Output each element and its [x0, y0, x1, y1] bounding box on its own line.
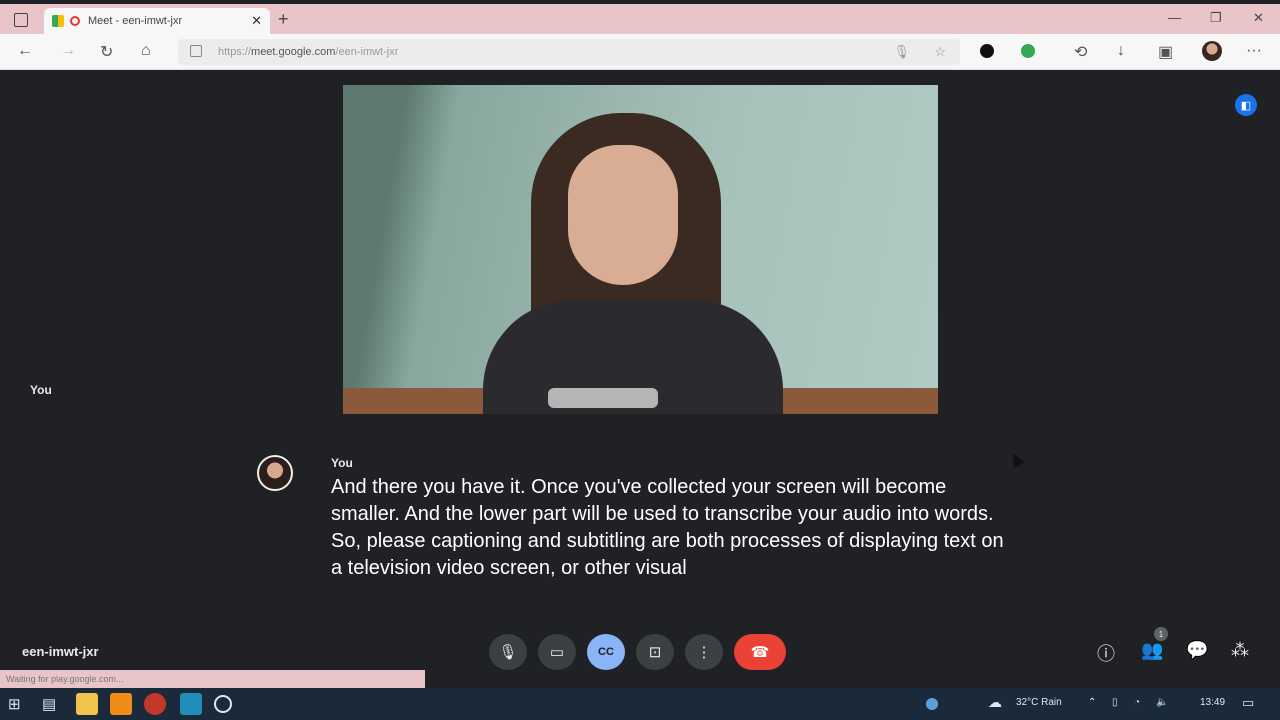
show-hidden-icons-icon[interactable]: ⌃: [1088, 697, 1096, 708]
weather-icon[interactable]: ☁: [988, 694, 1002, 711]
more-menu-icon[interactable]: ···: [1246, 42, 1262, 60]
forward-icon[interactable]: →: [60, 42, 76, 60]
window-menu-icon[interactable]: [14, 13, 28, 27]
browser-toolbar: ← → ↻ ⌂ https://meet.google.com/een-imwt…: [0, 34, 1280, 70]
back-icon[interactable]: ←: [17, 42, 33, 60]
tab-title: Meet - een-imwt-jxr: [88, 15, 183, 27]
restore-button[interactable]: ❐: [1210, 10, 1222, 26]
battery-icon[interactable]: ▯: [1112, 697, 1118, 708]
task-view-icon[interactable]: ▤: [42, 695, 56, 713]
file-explorer-icon[interactable]: [76, 693, 98, 715]
address-url: https://meet.google.com/een-imwt-jxr: [218, 46, 399, 58]
cortana-icon[interactable]: [214, 695, 232, 713]
network-icon[interactable]: ◔: [1134, 697, 1140, 708]
caption-text: And there you have it. Once you've colle…: [331, 476, 1004, 579]
address-bar[interactable]: https://meet.google.com/een-imwt-jxr 🎙 ☆: [178, 39, 960, 65]
vlc-icon[interactable]: [110, 693, 132, 715]
window-close-button[interactable]: ✕: [1253, 10, 1264, 26]
tab-close-icon[interactable]: ✕: [251, 13, 262, 29]
lock-icon: [190, 45, 202, 57]
weather-text[interactable]: 32°C Rain: [1016, 697, 1062, 708]
grammarly-extension-icon[interactable]: [1021, 44, 1035, 58]
recorder-app-icon[interactable]: [144, 693, 166, 715]
present-now-button[interactable]: ⊡: [636, 634, 674, 670]
camera-icon: ▭: [549, 644, 565, 661]
meeting-info-icon[interactable]: ⓘ: [1097, 640, 1115, 666]
participants-count-badge: 1: [1154, 627, 1168, 641]
history-icon[interactable]: ⟲: [1074, 42, 1087, 62]
captions-button[interactable]: CC: [587, 634, 625, 670]
tab-meet[interactable]: Meet - een-imwt-jxr ✕: [44, 8, 270, 34]
edge-taskbar-icon[interactable]: [180, 693, 202, 715]
downloads-icon[interactable]: ↓: [1117, 42, 1125, 60]
screen: Meet - een-imwt-jxr ✕ + — ❐ ✕ ← → ↻ ⌂ ht…: [0, 0, 1280, 720]
windows-taskbar: ⊞ ▤ ☁ 32°C Rain ⌃ ▯ ◔ 🔈 13:49 ▭: [0, 688, 1280, 720]
reload-icon[interactable]: ↻: [100, 42, 113, 62]
start-icon[interactable]: ⊞: [8, 695, 21, 713]
more-vertical-icon: ⋮: [696, 644, 712, 661]
caption-speaker-avatar: [257, 455, 293, 491]
tab-strip: Meet - een-imwt-jxr ✕ + — ❐ ✕: [0, 4, 1280, 34]
collections-icon[interactable]: ▣: [1158, 42, 1173, 62]
hang-up-icon: ☎: [750, 644, 770, 661]
leave-call-button[interactable]: ☎: [734, 634, 786, 670]
clock-time[interactable]: 13:49: [1200, 697, 1225, 708]
browser-status-bar: Waiting for play.google.com...: [0, 670, 425, 688]
more-options-button[interactable]: ⋮: [685, 634, 723, 670]
meet-favicon-icon: [52, 15, 64, 27]
profile-avatar[interactable]: [1202, 41, 1222, 61]
meeting-code: een-imwt-jxr: [22, 644, 99, 659]
present-icon: ⊡: [648, 644, 662, 661]
camera-button[interactable]: ▭: [538, 634, 576, 670]
tray-app-icon[interactable]: [926, 698, 938, 710]
microphone-icon: 🎙: [498, 644, 518, 661]
people-icon[interactable]: 👥: [1141, 640, 1163, 661]
extension-icon[interactable]: [980, 44, 994, 58]
mic-permission-icon[interactable]: 🎙: [893, 44, 910, 60]
caption-speaker-name: You: [331, 456, 353, 470]
mouse-cursor-icon: [1007, 449, 1025, 469]
notifications-icon[interactable]: ▭: [1242, 695, 1254, 711]
chat-icon[interactable]: 💬: [1186, 640, 1208, 661]
minimize-button[interactable]: —: [1168, 10, 1181, 25]
participant-video: [343, 85, 938, 414]
speaker-icon[interactable]: 🔈: [1156, 697, 1168, 708]
self-tile-label: You: [30, 383, 52, 397]
recording-indicator-icon: [70, 16, 80, 26]
new-tab-button[interactable]: +: [278, 9, 289, 30]
microphone-button[interactable]: 🎙: [489, 634, 527, 670]
captions-icon: CC: [598, 646, 614, 658]
favorite-star-icon[interactable]: ☆: [934, 44, 946, 60]
presenting-audio-icon[interactable]: ◧: [1235, 94, 1257, 116]
activities-icon[interactable]: ⁂: [1231, 640, 1249, 661]
home-icon[interactable]: ⌂: [141, 42, 151, 60]
